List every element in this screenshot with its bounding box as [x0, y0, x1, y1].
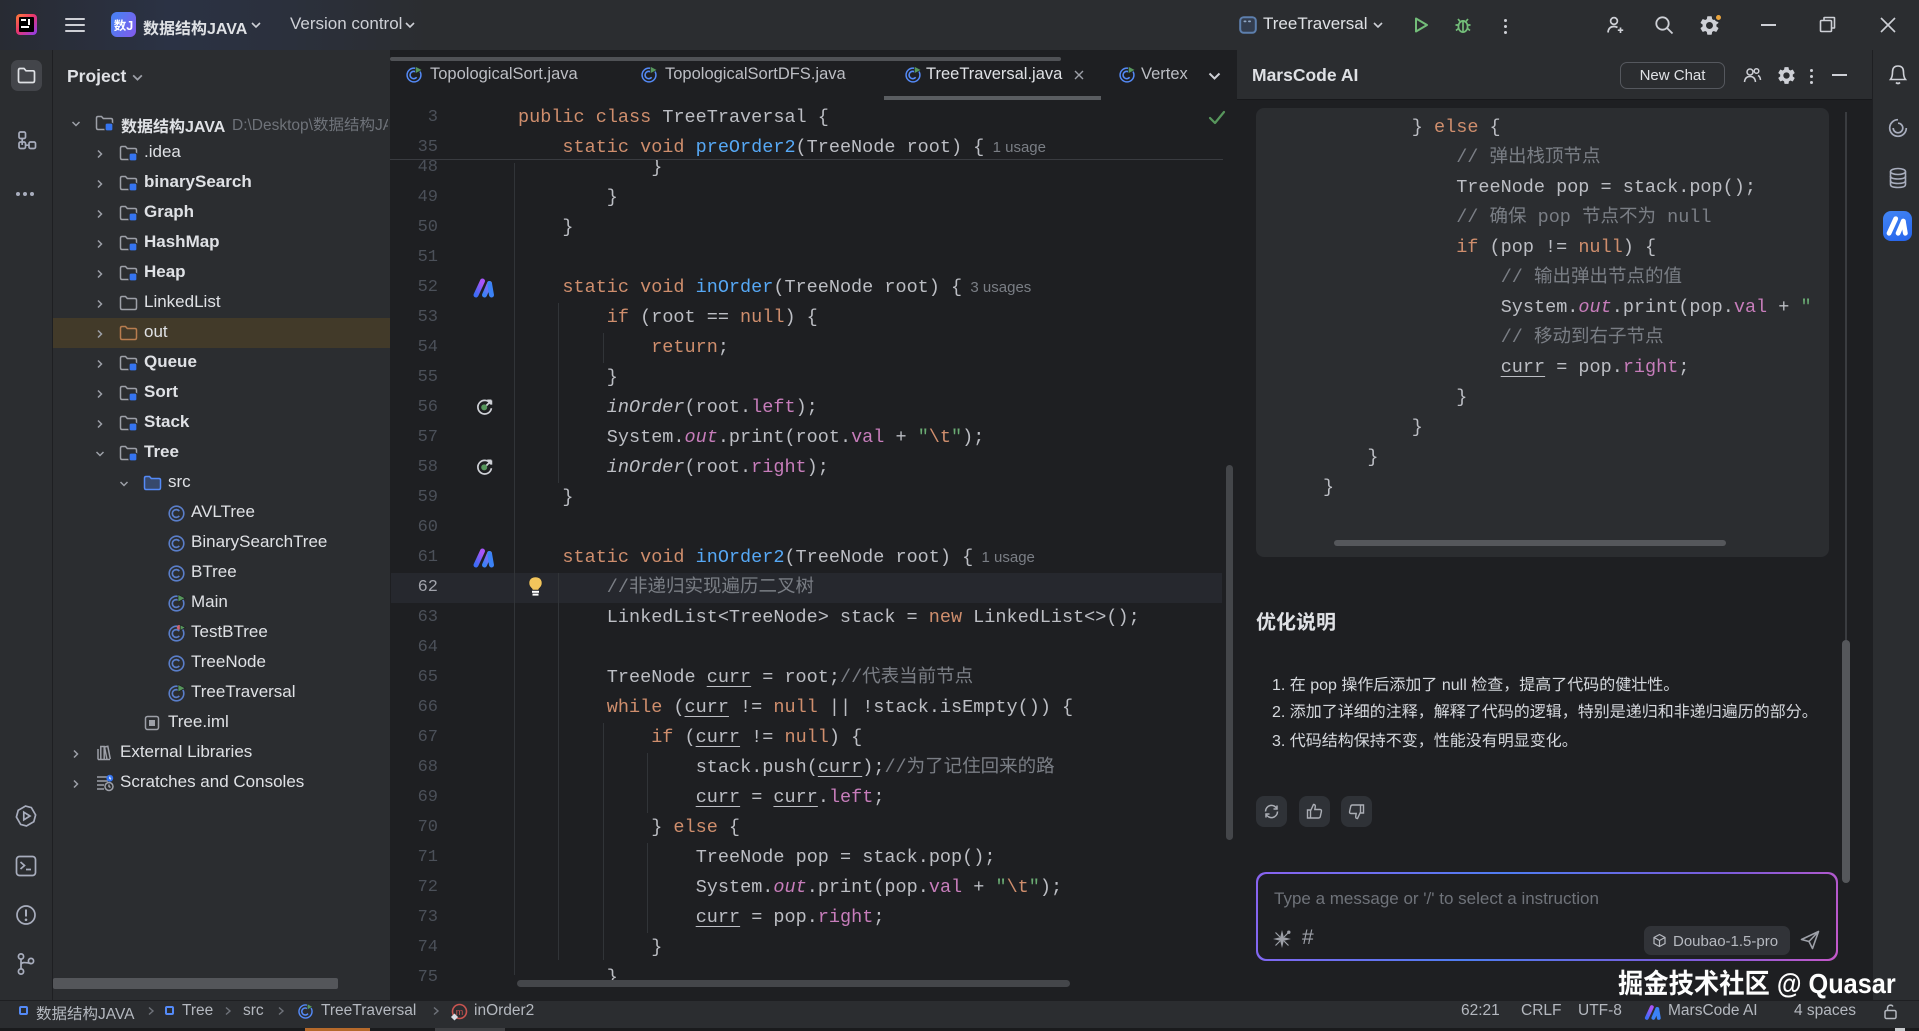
svg-text:m: m [456, 1007, 464, 1017]
